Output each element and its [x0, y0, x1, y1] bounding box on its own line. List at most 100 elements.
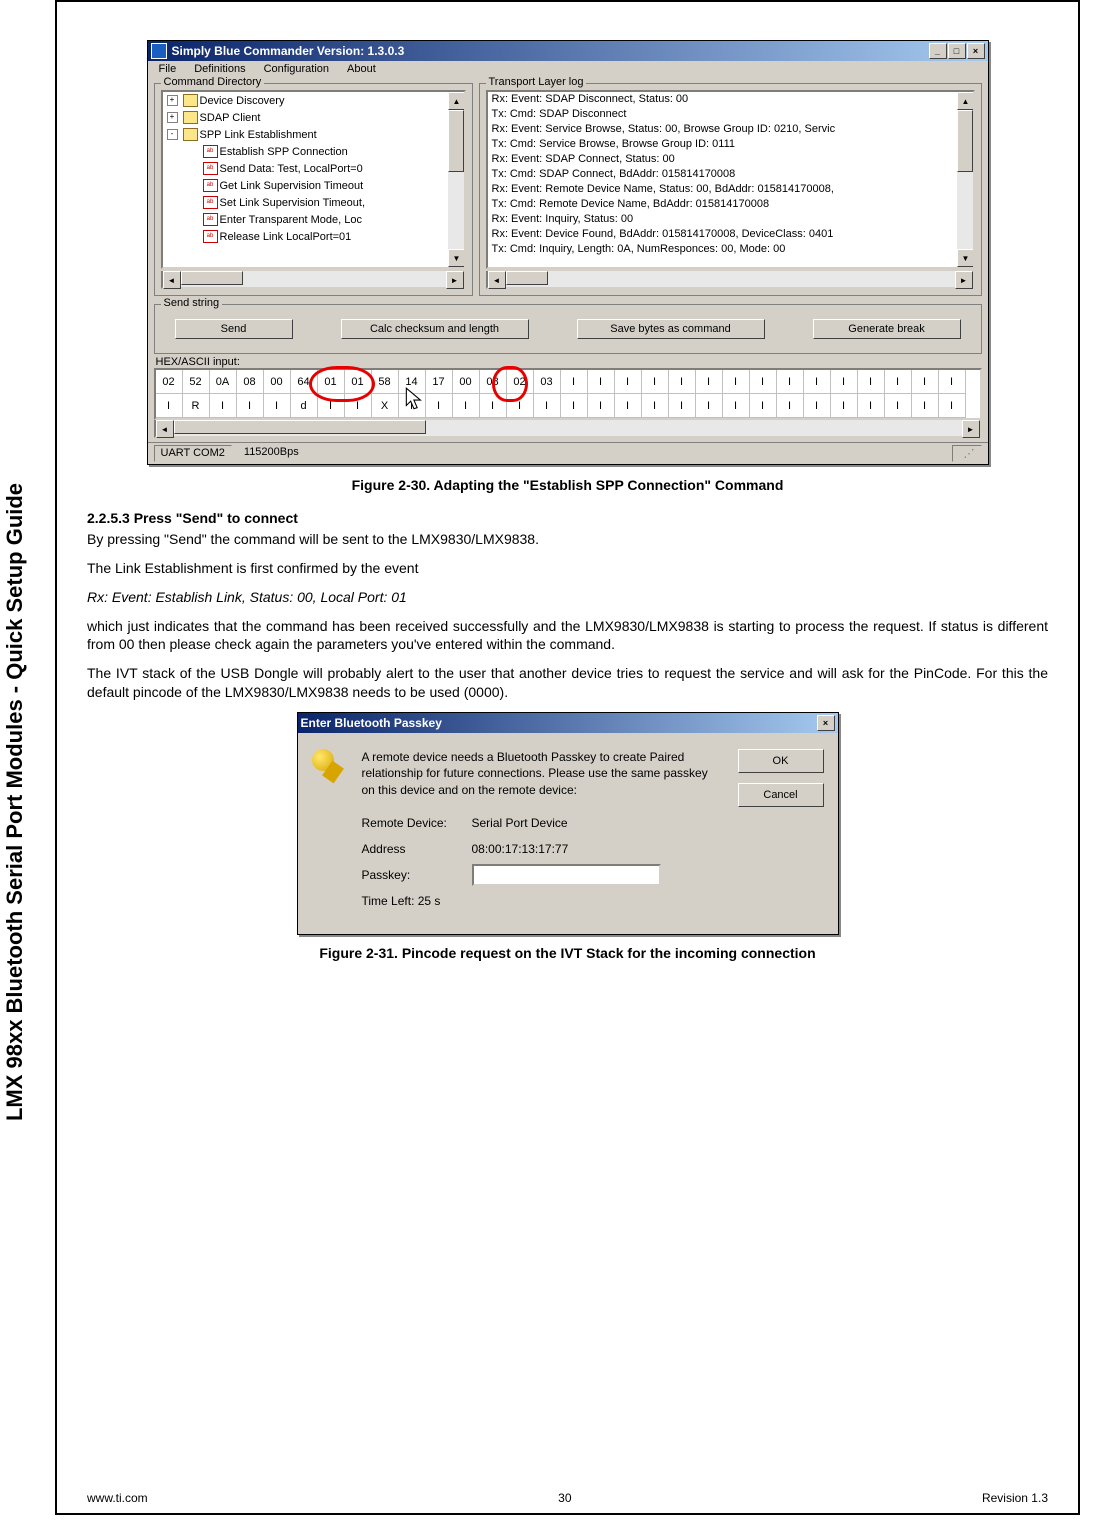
scroll-right-icon[interactable]: ► [955, 271, 973, 289]
hex-cell[interactable]: I [669, 370, 696, 394]
log-hscroll[interactable]: ◄ ► [486, 271, 975, 289]
generate-break-button[interactable]: Generate break [813, 319, 961, 339]
hex-cell[interactable]: I [642, 370, 669, 394]
hex-cell[interactable]: I [696, 370, 723, 394]
hex-cell[interactable]: X [372, 394, 399, 418]
tree-item[interactable]: +SDAP Client [163, 109, 464, 126]
hex-cell[interactable]: I [480, 394, 507, 418]
hex-cell[interactable]: I [777, 394, 804, 418]
hex-cell[interactable]: I [885, 370, 912, 394]
hex-cell[interactable]: I [561, 394, 588, 418]
tree-item[interactable]: abRelease Link LocalPort=01 [163, 228, 464, 245]
hex-cell[interactable]: I [912, 370, 939, 394]
hex-cell[interactable]: I [426, 394, 453, 418]
tree-item[interactable]: +Device Discovery [163, 92, 464, 109]
hex-cell[interactable]: 00 [264, 370, 291, 394]
hex-cell[interactable]: I [264, 394, 291, 418]
passkey-input[interactable] [472, 864, 661, 886]
hex-cell[interactable]: 64 [291, 370, 318, 394]
maximize-icon[interactable]: □ [948, 43, 966, 59]
hex-cell[interactable]: I [615, 370, 642, 394]
hex-cell[interactable]: R [183, 394, 210, 418]
hex-cell[interactable]: I [939, 370, 966, 394]
hex-cell[interactable]: I [669, 394, 696, 418]
hex-cell[interactable]: 0A [210, 370, 237, 394]
hex-cell[interactable]: 08 [480, 370, 507, 394]
hex-cell[interactable]: I [642, 394, 669, 418]
hex-cell[interactable]: 17 [426, 370, 453, 394]
scroll-left-icon[interactable]: ◄ [488, 271, 506, 289]
scroll-left-icon[interactable]: ◄ [156, 420, 174, 438]
hex-cell[interactable]: 03 [534, 370, 561, 394]
hex-cell[interactable]: d [291, 394, 318, 418]
hex-cell[interactable]: I [534, 394, 561, 418]
hex-cell[interactable]: I [804, 394, 831, 418]
hex-cell[interactable]: 00 [453, 370, 480, 394]
hex-cell[interactable]: 58 [372, 370, 399, 394]
menu-configuration[interactable]: Configuration [256, 62, 337, 76]
hex-cell[interactable]: I [831, 394, 858, 418]
hex-cell[interactable]: I [858, 394, 885, 418]
hex-cell[interactable]: I [750, 394, 777, 418]
menu-definitions[interactable]: Definitions [186, 62, 253, 76]
hex-cell[interactable]: I [696, 394, 723, 418]
scroll-down-icon[interactable]: ▼ [448, 249, 466, 267]
menu-about[interactable]: About [339, 62, 384, 76]
minimize-icon[interactable]: _ [929, 43, 947, 59]
calc-checksum-button[interactable]: Calc checksum and length [341, 319, 529, 339]
resize-grip-icon[interactable]: ⋰ [952, 445, 982, 462]
ok-button[interactable]: OK [738, 749, 824, 773]
close-icon[interactable]: × [967, 43, 985, 59]
hex-cell[interactable]: I [777, 370, 804, 394]
tree-item[interactable]: -SPP Link Establishment [163, 126, 464, 143]
hex-cell[interactable]: I [939, 394, 966, 418]
hex-hscroll[interactable]: ◄ ► [154, 420, 982, 438]
cancel-button[interactable]: Cancel [738, 783, 824, 807]
hex-cell[interactable]: I [750, 370, 777, 394]
scroll-up-icon[interactable]: ▲ [448, 92, 466, 110]
hex-cell[interactable]: I [588, 370, 615, 394]
hex-cell[interactable]: I [210, 394, 237, 418]
scroll-up-icon[interactable]: ▲ [957, 92, 975, 110]
scroll-right-icon[interactable]: ► [962, 420, 980, 438]
scroll-down-icon[interactable]: ▼ [957, 249, 975, 267]
close-icon[interactable]: × [817, 715, 835, 731]
send-button[interactable]: Send [175, 319, 293, 339]
hex-cell[interactable]: I [804, 370, 831, 394]
hex-cell[interactable]: 01 [318, 370, 345, 394]
hex-cell[interactable]: I [453, 394, 480, 418]
hex-cell[interactable]: I [237, 394, 264, 418]
hex-cell[interactable]: I [615, 394, 642, 418]
hex-cell[interactable]: 02 [507, 370, 534, 394]
transport-log[interactable]: Rx: Event: SDAP Disconnect, Status: 00Tx… [486, 90, 975, 269]
tree-item[interactable]: abEstablish SPP Connection [163, 143, 464, 160]
hex-cell[interactable]: 08 [237, 370, 264, 394]
hex-input[interactable]: 02520A080064010158141700080203IIIIIIIIII… [154, 368, 982, 420]
scroll-right-icon[interactable]: ► [446, 271, 464, 289]
hex-cell[interactable]: I [156, 394, 183, 418]
hex-cell[interactable]: I [723, 370, 750, 394]
hex-cell[interactable]: I [345, 394, 372, 418]
hex-cell[interactable]: 52 [183, 370, 210, 394]
tree-item[interactable]: abSet Link Supervision Timeout, [163, 194, 464, 211]
hex-cell[interactable]: I [912, 394, 939, 418]
tree-item[interactable]: abGet Link Supervision Timeout [163, 177, 464, 194]
scroll-left-icon[interactable]: ◄ [163, 271, 181, 289]
hex-cell[interactable]: I [318, 394, 345, 418]
hex-cell[interactable]: 02 [156, 370, 183, 394]
menu-file[interactable]: File [151, 62, 185, 76]
hex-cell[interactable]: I [588, 394, 615, 418]
hex-cell[interactable]: I [858, 370, 885, 394]
hex-cell[interactable]: 01 [345, 370, 372, 394]
log-line: Tx: Cmd: Inquiry, Length: 0A, NumResponc… [488, 242, 973, 257]
hex-cell[interactable]: I [831, 370, 858, 394]
hex-cell[interactable]: I [723, 394, 750, 418]
tree-item[interactable]: abSend Data: Test, LocalPort=0 [163, 160, 464, 177]
hex-cell[interactable]: I [561, 370, 588, 394]
command-tree[interactable]: +Device Discovery+SDAP Client-SPP Link E… [161, 90, 466, 269]
tree-hscroll[interactable]: ◄ ► [161, 271, 466, 289]
tree-item[interactable]: abEnter Transparent Mode, Loc [163, 211, 464, 228]
save-bytes-button[interactable]: Save bytes as command [577, 319, 765, 339]
hex-cell[interactable]: I [507, 394, 534, 418]
hex-cell[interactable]: I [885, 394, 912, 418]
